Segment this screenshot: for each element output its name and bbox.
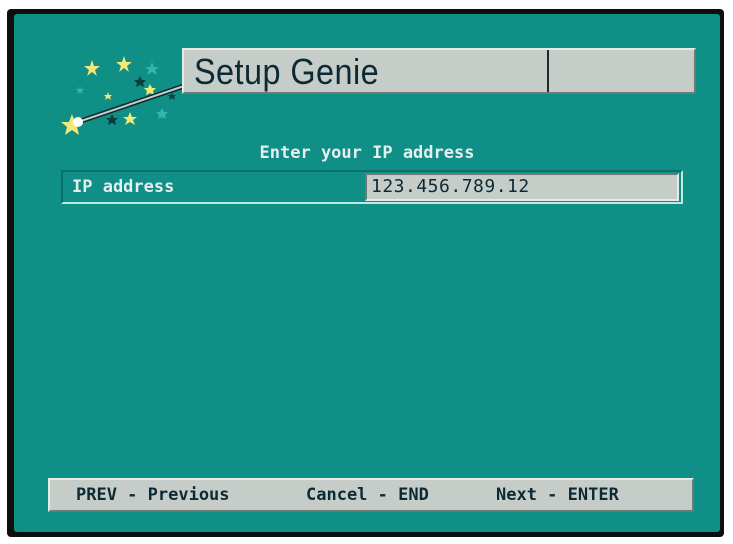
cancel-button-hint[interactable]: Cancel - END	[306, 485, 429, 505]
magic-wand-stars-icon	[61, 56, 187, 135]
tv-screen: Setup Genie Enter your IP address IP add…	[0, 0, 733, 544]
ip-address-value[interactable]: 123.456.789.12	[371, 176, 530, 197]
page-title: Setup Genie	[194, 51, 380, 92]
ip-address-row[interactable]: IP address 123.456.789.12	[61, 170, 683, 204]
setup-genie-screen: Setup Genie Enter your IP address IP add…	[14, 14, 720, 532]
footer-hint-bar: PREV - Previous Cancel - END Next - ENTE…	[48, 478, 694, 512]
title-bar: Setup Genie	[182, 48, 696, 94]
title-bar-divider	[547, 50, 549, 92]
ip-prompt-text: Enter your IP address	[259, 143, 475, 163]
ip-address-label: IP address	[72, 177, 175, 197]
prev-button-hint[interactable]: PREV - Previous	[76, 485, 230, 505]
ip-address-input[interactable]: 123.456.789.12	[365, 173, 679, 201]
next-button-hint[interactable]: Next - ENTER	[496, 485, 619, 505]
